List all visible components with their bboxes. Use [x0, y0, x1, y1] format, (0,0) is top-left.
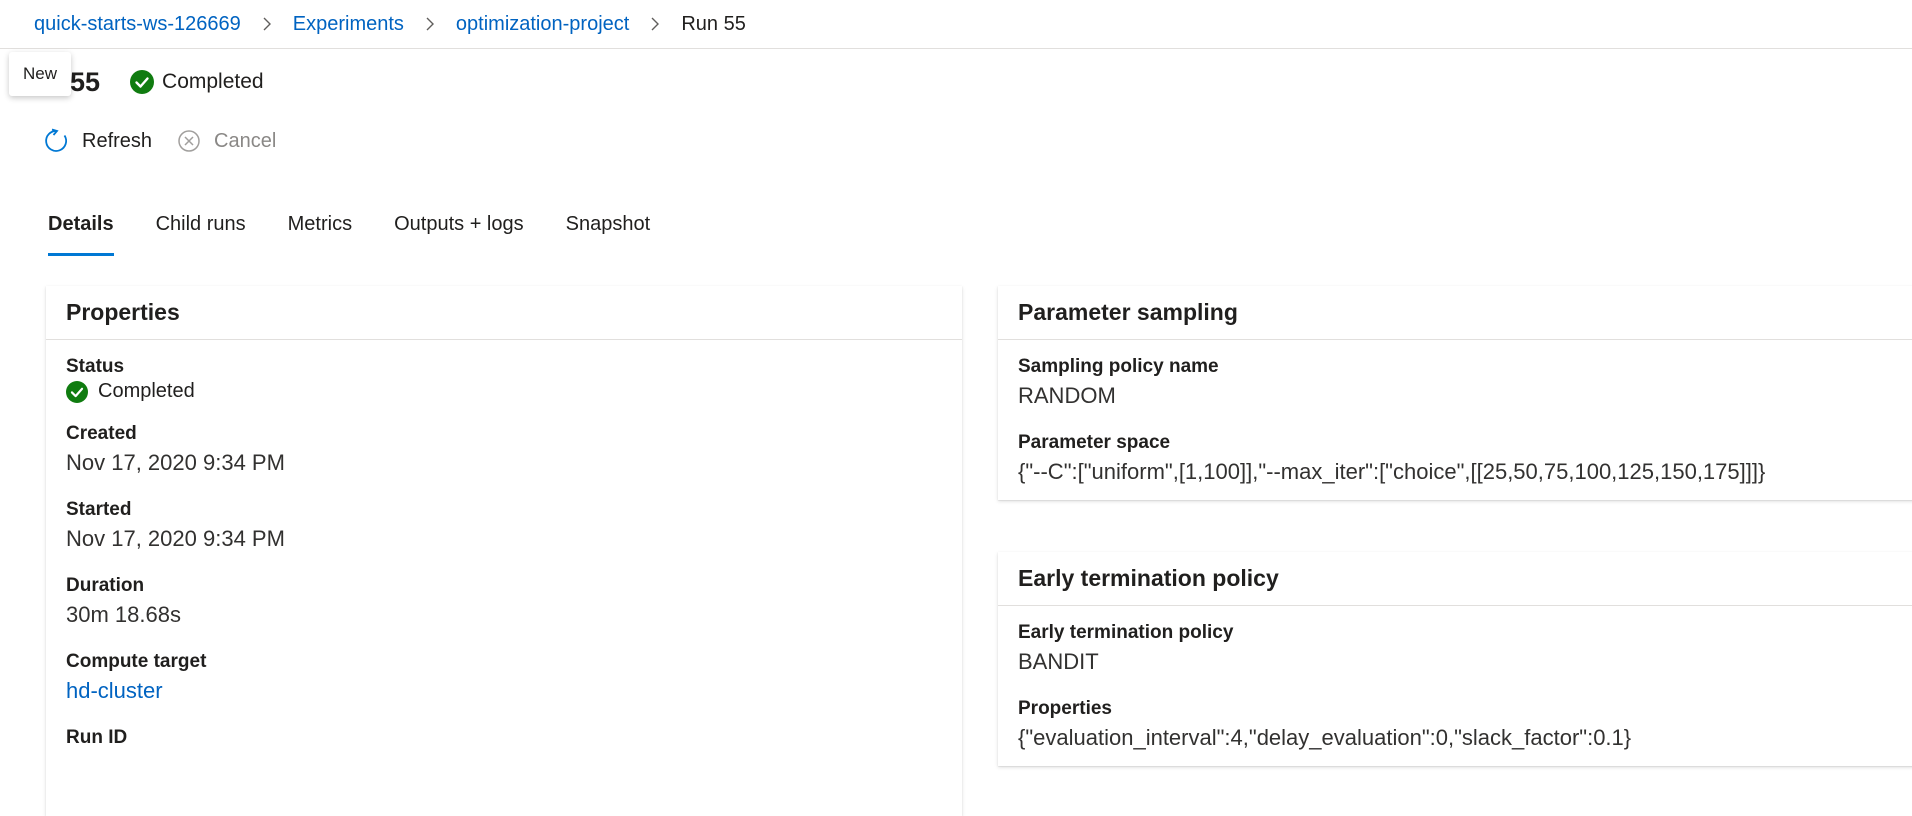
status-field: Status Completed: [66, 354, 942, 403]
cancel-button[interactable]: Cancel: [176, 128, 276, 154]
breadcrumb: quick-starts-ws-126669 Experiments optim…: [0, 0, 1912, 49]
created-label: Created: [66, 423, 137, 444]
status-badge: Completed: [130, 70, 264, 94]
tab-outputs-logs[interactable]: Outputs + logs: [394, 208, 524, 256]
tab-snapshot[interactable]: Snapshot: [566, 208, 651, 256]
chevron-right-icon: [649, 16, 661, 32]
refresh-icon: [44, 128, 70, 154]
sampling-policy-label: Sampling policy name: [1018, 356, 1219, 377]
termination-policy-label: Early termination policy: [1018, 622, 1234, 643]
parameter-space-label: Parameter space: [1018, 432, 1171, 453]
started-value: Nov 17, 2020 9:34 PM: [66, 526, 285, 551]
check-circle-icon: [66, 380, 88, 403]
compute-target-label: Compute target: [66, 651, 207, 672]
compute-target-field: Compute target hd-cluster: [66, 649, 942, 707]
duration-label: Duration: [66, 575, 145, 596]
duration-field: Duration 30m 18.68s: [66, 573, 942, 631]
refresh-label: Refresh: [82, 129, 153, 152]
started-label: Started: [66, 499, 132, 520]
chevron-right-icon: [424, 16, 436, 32]
termination-policy-field: Early termination policy BANDIT: [1018, 620, 1908, 678]
early-termination-title: Early termination policy: [998, 552, 1912, 606]
sampling-policy-field: Sampling policy name RANDOM: [1018, 354, 1908, 412]
chevron-right-icon: [261, 16, 273, 32]
sampling-policy-value: RANDOM: [1018, 383, 1116, 408]
run-id-field: Run ID: [66, 725, 942, 751]
parameter-space-value: {"--C":["uniform",[1,100]],"--max_iter":…: [1018, 459, 1766, 484]
breadcrumb-current-run: Run 55: [681, 12, 746, 35]
check-circle-icon: [130, 70, 155, 94]
parameter-sampling-card: Parameter sampling Sampling policy name …: [998, 286, 1912, 500]
refresh-button[interactable]: Refresh: [44, 128, 152, 154]
run-id-label: Run ID: [66, 727, 128, 748]
started-field: Started Nov 17, 2020 9:34 PM: [66, 497, 942, 555]
termination-properties-field: Properties {"evaluation_interval":4,"del…: [1018, 696, 1908, 754]
tab-details[interactable]: Details: [48, 208, 114, 256]
breadcrumb-workspace[interactable]: quick-starts-ws-126669: [34, 13, 241, 36]
toolbar: Refresh Cancel: [44, 128, 300, 154]
status-label: Status: [66, 356, 125, 377]
parameter-sampling-title: Parameter sampling: [998, 286, 1912, 340]
cancel-icon: [176, 128, 202, 154]
termination-properties-value: {"evaluation_interval":4,"delay_evaluati…: [1018, 725, 1632, 750]
page-header: n 55 Completed: [46, 64, 264, 100]
properties-title: Properties: [46, 286, 962, 340]
created-field: Created Nov 17, 2020 9:34 PM: [66, 421, 942, 479]
compute-target-link[interactable]: hd-cluster: [66, 675, 942, 707]
tab-metrics[interactable]: Metrics: [288, 208, 352, 256]
status-value-text: Completed: [98, 380, 195, 402]
tab-child-runs[interactable]: Child runs: [156, 208, 246, 256]
breadcrumb-experiments[interactable]: Experiments: [293, 13, 404, 36]
tooltip: New: [9, 52, 71, 96]
status-text: Completed: [162, 70, 264, 93]
cancel-label: Cancel: [214, 129, 277, 152]
termination-properties-label: Properties: [1018, 698, 1112, 719]
status-value: Completed: [66, 380, 942, 403]
early-termination-card: Early termination policy Early terminati…: [998, 552, 1912, 766]
created-value: Nov 17, 2020 9:34 PM: [66, 450, 285, 475]
properties-card: Properties Status Completed Created Nov …: [46, 286, 962, 816]
tab-bar: Details Child runs Metrics Outputs + log…: [48, 208, 692, 258]
duration-value: 30m 18.68s: [66, 602, 181, 627]
termination-policy-value: BANDIT: [1018, 649, 1099, 674]
breadcrumb-experiment-name[interactable]: optimization-project: [456, 13, 629, 36]
parameter-space-field: Parameter space {"--C":["uniform",[1,100…: [1018, 430, 1908, 488]
